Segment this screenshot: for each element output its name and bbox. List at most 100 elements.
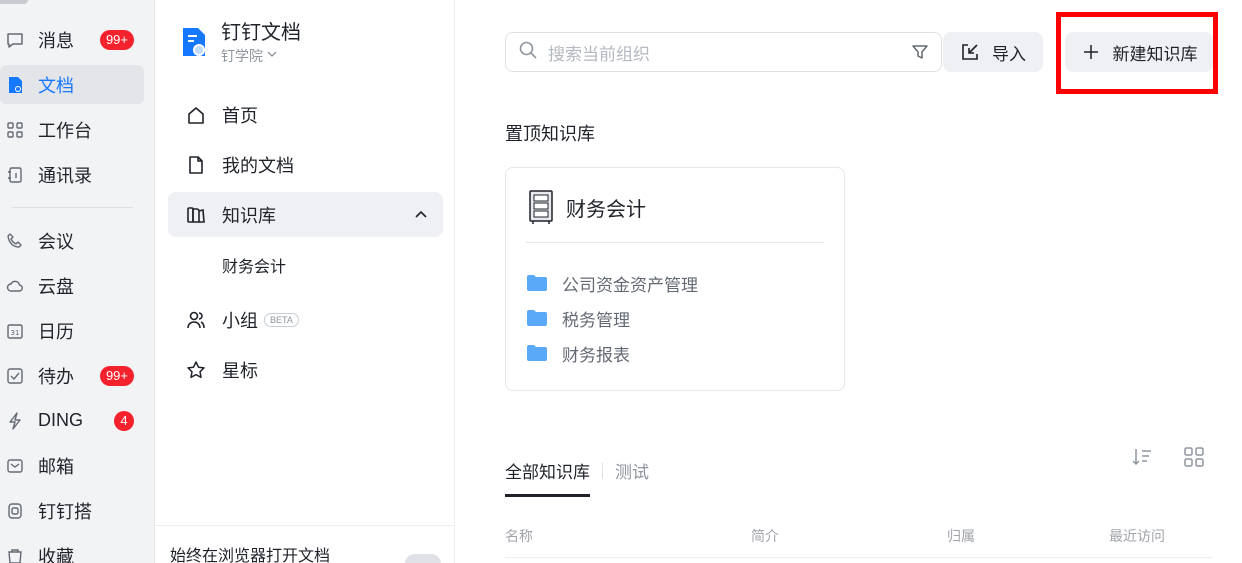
sort-icon[interactable] <box>1131 446 1153 468</box>
nav-item-favorites[interactable]: 收藏 <box>0 536 144 563</box>
svg-text:31: 31 <box>11 329 20 337</box>
nav-label: 通讯录 <box>38 165 92 186</box>
highlight-box <box>1056 12 1218 94</box>
app-title: 钉钉文档 <box>221 22 301 44</box>
workspace-name: 钉学院 <box>221 48 263 64</box>
nav-label: 云盘 <box>38 276 74 297</box>
tab-all-kb[interactable]: 全部知识库 <box>505 458 590 497</box>
phone-icon <box>6 232 24 250</box>
sidebar-item-knowledge-base[interactable]: 知识库 <box>168 192 443 237</box>
sidebar-footer: 始终在浏览器打开文档 <box>155 525 455 563</box>
beta-tag: BETA <box>264 312 299 327</box>
sidebar-item-label: 小组 <box>222 310 258 331</box>
box-icon <box>6 547 24 563</box>
nav-label: 日历 <box>38 321 74 342</box>
sidebar-item-my-docs[interactable]: 我的文档 <box>168 142 443 187</box>
nav-item-meeting[interactable]: 会议 <box>0 221 144 260</box>
book-icon <box>186 205 206 225</box>
chat-bubble-icon <box>6 31 24 49</box>
search-box[interactable]: 搜索当前组织 <box>505 32 942 72</box>
kb-tabs: 全部知识库 测试 <box>505 444 649 497</box>
import-label: 导入 <box>992 44 1026 64</box>
nav-item-ding[interactable]: DING 4 <box>0 401 144 440</box>
nav-item-cloud[interactable]: 云盘 <box>0 266 144 305</box>
lightning-icon <box>6 411 24 430</box>
cabinet-icon <box>529 190 553 224</box>
open-in-browser-label: 始终在浏览器打开文档 <box>170 548 331 563</box>
chevron-up-icon[interactable] <box>413 206 429 222</box>
sidebar-item-starred[interactable]: 星标 <box>168 347 443 392</box>
nav-item-mail[interactable]: 邮箱 <box>0 446 144 485</box>
folder-icon <box>526 344 548 362</box>
grid-view-icon[interactable] <box>1183 446 1205 468</box>
import-button[interactable]: 导入 <box>943 32 1043 72</box>
nav-label: DING <box>38 410 83 430</box>
sidebar-item-label: 星标 <box>222 360 258 381</box>
unread-badge: 99+ <box>99 366 134 386</box>
users-icon <box>186 310 206 330</box>
pinned-kb-card[interactable]: 财务会计 公司资金资产管理 税务管理 财务报表 <box>505 167 845 391</box>
build-icon <box>6 502 24 520</box>
nav-label: 邮箱 <box>38 456 74 477</box>
nav-divider <box>12 207 133 208</box>
nav-label: 工作台 <box>38 120 92 141</box>
column-description[interactable]: 简介 <box>751 526 779 546</box>
kb-divider <box>526 242 824 243</box>
table-header: 名称 简介 归属 最近访问 <box>505 522 1212 558</box>
search-icon <box>518 40 538 65</box>
star-icon <box>186 360 206 380</box>
folder-item[interactable]: 公司资金资产管理 <box>526 272 698 295</box>
folder-icon <box>526 309 548 327</box>
search-input[interactable]: 搜索当前组织 <box>548 40 911 65</box>
unread-badge: 4 <box>114 411 134 431</box>
app-nav: 消息 99+ 文档 工作台 通讯录 会议 云盘 31 日历 待办 99+ DIN… <box>0 0 155 563</box>
nav-item-dingda[interactable]: 钉钉搭 <box>0 491 144 530</box>
kb-name: 财务会计 <box>566 199 646 221</box>
folder-label: 税务管理 <box>562 310 630 330</box>
nav-label: 收藏 <box>38 546 74 563</box>
window-handle <box>0 0 28 4</box>
docs-sidebar: 钉钉文档 钉学院 首页 我的文档 知识库 财务会计 小组 BETA 星标 始终在… <box>155 0 455 563</box>
calendar-icon: 31 <box>6 322 24 340</box>
mail-icon <box>6 457 24 475</box>
nav-label: 文档 <box>38 75 74 96</box>
sidebar-subitem-finance[interactable]: 财务会计 <box>222 253 286 277</box>
brand-header[interactable]: 钉钉文档 钉学院 <box>181 20 301 66</box>
doc-icon <box>6 76 24 94</box>
sidebar-item-groups[interactable]: 小组 BETA <box>168 297 443 342</box>
sidebar-item-label: 首页 <box>222 105 258 126</box>
column-owner[interactable]: 归属 <box>947 526 975 546</box>
nav-item-calendar[interactable]: 31 日历 <box>0 311 144 350</box>
folder-item[interactable]: 税务管理 <box>526 307 630 330</box>
sidebar-item-home[interactable]: 首页 <box>168 92 443 137</box>
nav-item-messages[interactable]: 消息 99+ <box>0 20 144 59</box>
sidebar-item-label: 知识库 <box>222 205 276 226</box>
contacts-icon <box>6 166 24 184</box>
nav-label: 待办 <box>38 366 74 387</box>
folder-label: 财务报表 <box>562 345 630 365</box>
filter-icon[interactable] <box>911 43 929 61</box>
column-name[interactable]: 名称 <box>505 526 533 546</box>
nav-label: 会议 <box>38 231 74 252</box>
unread-badge: 99+ <box>99 30 134 50</box>
nav-label: 钉钉搭 <box>38 501 92 522</box>
home-icon <box>186 105 206 125</box>
dingtalk-docs-logo-icon <box>181 26 207 58</box>
folder-icon <box>526 274 548 292</box>
pinned-section-title: 置顶知识库 <box>505 124 595 144</box>
cloud-icon <box>6 277 24 295</box>
workspace-switcher[interactable]: 钉学院 <box>221 46 301 66</box>
folder-item[interactable]: 财务报表 <box>526 342 630 365</box>
tab-test[interactable]: 测试 <box>615 458 649 483</box>
nav-item-contacts[interactable]: 通讯录 <box>0 155 144 194</box>
nav-item-todo[interactable]: 待办 99+ <box>0 356 144 395</box>
open-in-browser-toggle[interactable] <box>405 554 441 563</box>
nav-item-docs[interactable]: 文档 <box>0 65 144 104</box>
column-last-visited[interactable]: 最近访问 <box>1109 526 1165 546</box>
sidebar-item-label: 我的文档 <box>222 155 294 176</box>
grid-icon <box>6 121 24 139</box>
folder-label: 公司资金资产管理 <box>562 275 698 295</box>
import-icon <box>960 42 980 62</box>
main-content: 搜索当前组织 导入 新建知识库 置顶知识库 财务会计 公司资金资产管理 税务管理… <box>455 0 1242 563</box>
nav-item-workbench[interactable]: 工作台 <box>0 110 144 149</box>
